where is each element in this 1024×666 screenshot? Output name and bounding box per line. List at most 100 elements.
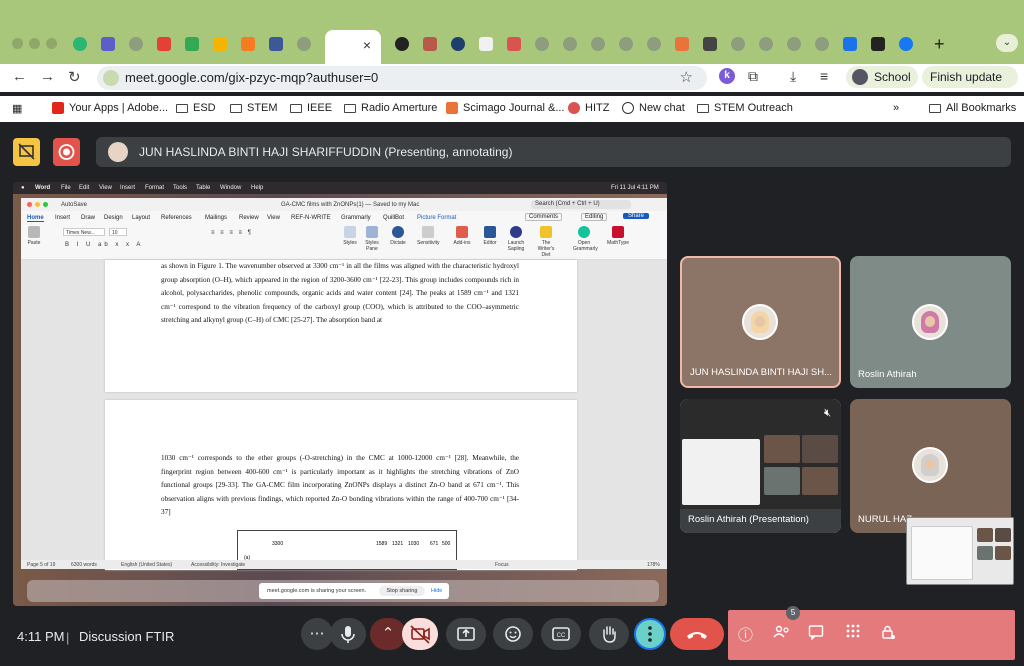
dictate-icon: Dictate	[387, 226, 409, 246]
tab[interactable]	[500, 34, 528, 54]
tab[interactable]	[122, 34, 150, 54]
people-icon[interactable]	[773, 624, 791, 644]
tab[interactable]	[150, 34, 178, 54]
address-bar[interactable]: meet.google.com/gix-pzyc-mqp?authuser=0 …	[97, 66, 707, 90]
mic-button[interactable]	[330, 618, 366, 650]
forward-icon[interactable]: →	[40, 68, 55, 85]
self-view-thumbnail[interactable]	[906, 517, 1014, 585]
record-button[interactable]	[53, 138, 80, 166]
tab[interactable]	[556, 34, 584, 54]
tab[interactable]	[206, 34, 234, 54]
tab[interactable]	[472, 34, 500, 54]
participant-count-badge: 5	[786, 606, 800, 620]
document-canvas: as shown in Figure 1. The wavenumber obs…	[21, 260, 667, 570]
extensions-icon[interactable]: ⧉	[748, 68, 758, 85]
tab[interactable]	[808, 34, 836, 54]
reactions-button[interactable]	[493, 618, 533, 650]
window-minimize-button[interactable]	[29, 38, 40, 49]
raise-hand-button[interactable]	[589, 618, 629, 650]
font-format-icons: B I U ab x x A	[65, 242, 144, 248]
hide-notice-link[interactable]: Hide	[431, 588, 442, 594]
activities-icon[interactable]	[846, 624, 860, 642]
more-options-icon[interactable]: ⋯	[301, 618, 333, 650]
leave-call-button[interactable]	[670, 618, 724, 650]
tab[interactable]	[528, 34, 556, 54]
tab[interactable]	[668, 34, 696, 54]
url-text[interactable]: meet.google.com/gix-pzyc-mqp?authuser=0	[125, 70, 378, 85]
all-bookmarks-button[interactable]: All Bookmarks	[929, 102, 1016, 114]
active-tab[interactable]: ×	[325, 30, 381, 64]
tab[interactable]	[864, 34, 892, 54]
bookmark-item[interactable]: New chat	[622, 102, 685, 114]
folder-icon	[176, 103, 188, 113]
finish-update-button[interactable]: Finish update	[922, 66, 1018, 88]
apps-grid-icon[interactable]: ▦	[12, 102, 22, 115]
stop-sharing-button[interactable]: Stop sharing	[379, 586, 425, 596]
reload-icon[interactable]: ↻	[68, 68, 81, 86]
bookmark-folder[interactable]: Radio Amerture	[344, 102, 437, 114]
bookmarks-overflow-button[interactable]: »	[893, 102, 899, 114]
tab[interactable]	[290, 34, 318, 54]
download-icon[interactable]: ⤓	[790, 68, 796, 85]
bookmark-item[interactable]: HITZ	[568, 102, 609, 114]
bookmark-folder[interactable]: ESD	[176, 102, 216, 114]
participant-tile[interactable]: Roslin Athirah	[850, 256, 1011, 388]
chat-icon[interactable]	[808, 624, 824, 644]
styles-icon: Styles	[339, 226, 361, 246]
host-controls-icon[interactable]	[880, 624, 896, 644]
tab-search-button[interactable]: ⌄	[996, 34, 1018, 52]
participant-tile-presentation[interactable]: 🔇︎ Roslin Athirah (Presentation)	[680, 399, 841, 533]
extension-k-icon[interactable]: k	[719, 68, 735, 84]
tab[interactable]	[612, 34, 640, 54]
paragraph-icons: ≡ ≡ ≡ ≡ ¶	[211, 230, 253, 236]
bookmark-folder[interactable]: STEM Outreach	[697, 102, 793, 114]
close-tab-icon[interactable]: ×	[363, 37, 371, 53]
mac-menu-bar: ● Word File Edit View Insert Format Tool…	[13, 182, 667, 194]
side-panel-controls: ⓘ	[728, 610, 1015, 660]
bookmark-folder[interactable]: IEEE	[290, 102, 332, 114]
media-control-icon[interactable]: ≡	[820, 68, 828, 84]
tab[interactable]	[696, 34, 724, 54]
stop-presenting-button[interactable]	[13, 138, 40, 166]
tab[interactable]	[66, 34, 94, 54]
back-icon[interactable]: ←	[12, 68, 27, 85]
participant-tile[interactable]: NURUL HAZ	[850, 399, 1011, 533]
camera-button[interactable]	[402, 618, 438, 650]
present-button[interactable]	[446, 618, 486, 650]
svg-text:CC: CC	[557, 633, 566, 639]
window-close-button[interactable]	[12, 38, 23, 49]
tab[interactable]	[388, 34, 416, 54]
more-actions-button[interactable]	[634, 618, 666, 650]
tab[interactable]	[640, 34, 668, 54]
bookmark-item[interactable]: Scimago Journal &...	[446, 102, 565, 114]
profile-button[interactable]: School	[846, 66, 918, 88]
meeting-clock: 4:11 PM	[17, 629, 65, 644]
tab[interactable]	[262, 34, 290, 54]
tab[interactable]	[416, 34, 444, 54]
meet-stage: JUN HASLINDA BINTI HAJI SHARIFFUDDIN (Pr…	[0, 124, 1024, 666]
tab[interactable]	[234, 34, 262, 54]
tab[interactable]	[780, 34, 808, 54]
participant-tile[interactable]: JUN HASLINDA BINTI HAJI SH...	[680, 256, 841, 388]
tab[interactable]	[836, 34, 864, 54]
present-screen-icon	[457, 627, 475, 641]
site-info-icon[interactable]	[103, 70, 119, 86]
tab[interactable]	[178, 34, 206, 54]
bookmark-item[interactable]: Your Apps | Adobe...	[52, 102, 168, 114]
tab[interactable]	[892, 34, 920, 54]
tab[interactable]	[752, 34, 780, 54]
meeting-details-icon[interactable]: ⓘ	[738, 624, 753, 645]
hand-icon	[603, 626, 616, 643]
bookmark-star-icon[interactable]: ☆	[680, 68, 693, 86]
folder-icon	[344, 103, 356, 113]
tab[interactable]	[444, 34, 472, 54]
tab[interactable]	[584, 34, 612, 54]
captions-button[interactable]: CC	[541, 618, 581, 650]
tab[interactable]	[724, 34, 752, 54]
window-zoom-button[interactable]	[46, 38, 57, 49]
bookmark-folder[interactable]: STEM	[230, 102, 278, 114]
shared-screen: ● Word File Edit View Insert Format Tool…	[13, 182, 667, 606]
tab[interactable]	[94, 34, 122, 54]
camera-options-button[interactable]: ⌃	[370, 618, 406, 650]
new-tab-button[interactable]: +	[934, 34, 945, 55]
